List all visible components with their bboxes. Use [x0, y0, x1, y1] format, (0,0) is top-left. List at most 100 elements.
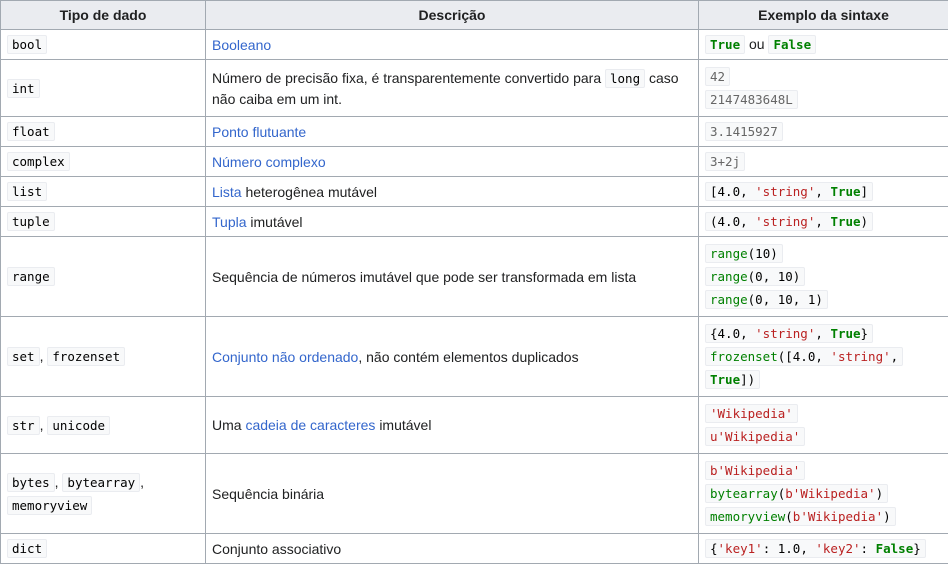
example-code: {4.0, 'string', True}: [705, 324, 873, 343]
description-cell: Booleano: [206, 30, 699, 60]
code-token: }: [861, 326, 869, 341]
string-literal: 'key2': [815, 541, 860, 556]
link-ponto-flutuante[interactable]: Ponto flutuante: [212, 124, 306, 140]
example-cell: {4.0, 'string', True} frozenset([4.0, 's…: [699, 317, 948, 397]
comma: ,: [40, 417, 44, 433]
type-code: complex: [7, 152, 70, 171]
description-text: , não contém elementos duplicados: [358, 349, 578, 365]
example-cell: {'key1': 1.0, 'key2': False}: [699, 534, 948, 564]
keyword-true: True: [710, 372, 740, 387]
string-literal: b'Wikipedia': [793, 509, 883, 524]
type-code: memoryview: [7, 496, 92, 515]
table-row: range Sequência de números imutável que …: [1, 237, 948, 317]
example-cell: 'Wikipedia' u'Wikipedia': [699, 397, 948, 454]
type-code: list: [7, 182, 47, 201]
type-code: bytearray: [62, 473, 140, 492]
code-token: ]: [861, 184, 869, 199]
type-cell: bool: [1, 30, 206, 60]
example-code: 3.1415927: [705, 122, 783, 141]
table-row: str, unicode Uma cadeia de caracteres im…: [1, 397, 948, 454]
type-code: str: [7, 416, 40, 435]
description-cell: Número complexo: [206, 147, 699, 177]
code-token: [4.0,: [710, 184, 755, 199]
or-text: ou: [749, 36, 765, 52]
keyword-true: True: [830, 184, 860, 199]
description-cell: Lista heterogênea mutável: [206, 177, 699, 207]
link-cadeia-de-caracteres[interactable]: cadeia de caracteres: [245, 417, 375, 433]
function-name: range: [710, 246, 748, 261]
example-code: {'key1': 1.0, 'key2': False}: [705, 539, 926, 558]
description-cell: Conjunto não ordenado, não contém elemen…: [206, 317, 699, 397]
description-cell: Sequência binária: [206, 454, 699, 534]
comma: ,: [140, 474, 144, 490]
example-code: 2147483648L: [705, 90, 798, 109]
description-cell: Tupla imutável: [206, 207, 699, 237]
code-token: }: [913, 541, 921, 556]
link-lista[interactable]: Lista: [212, 184, 242, 200]
example-code: True: [705, 35, 745, 54]
type-cell: bytes, bytearray, memoryview: [1, 454, 206, 534]
table-row: bool Booleano True ou False: [1, 30, 948, 60]
header-description: Descrição: [206, 1, 699, 30]
table-row: complex Número complexo 3+2j: [1, 147, 948, 177]
table-row: set, frozenset Conjunto não ordenado, nã…: [1, 317, 948, 397]
type-code: int: [7, 79, 40, 98]
description-text: heterogênea mutável: [245, 184, 377, 200]
description-text: imutável: [250, 214, 302, 230]
string-literal: 'string': [755, 326, 815, 341]
type-cell: set, frozenset: [1, 317, 206, 397]
example-cell: True ou False: [699, 30, 948, 60]
example-cell: (4.0, 'string', True): [699, 207, 948, 237]
type-code: unicode: [47, 416, 110, 435]
keyword-true: True: [830, 326, 860, 341]
link-conjunto-nao-ordenado[interactable]: Conjunto não ordenado: [212, 349, 358, 365]
type-code: range: [7, 267, 55, 286]
table-row: int Número de precisão fixa, é transpare…: [1, 60, 948, 117]
string-literal: u'Wikipedia': [710, 429, 800, 444]
keyword-true: True: [830, 214, 860, 229]
type-cell: dict: [1, 534, 206, 564]
link-tupla[interactable]: Tupla: [212, 214, 247, 230]
link-numero-complexo[interactable]: Número complexo: [212, 154, 326, 170]
type-cell: int: [1, 60, 206, 117]
function-name: frozenset: [710, 349, 778, 364]
code-token: : 1.0,: [763, 541, 816, 556]
example-cell: range(10) range(0, 10) range(0, 10, 1): [699, 237, 948, 317]
code-token: ,: [891, 349, 899, 364]
code-token: {: [710, 541, 718, 556]
example-cell: 3.1415927: [699, 117, 948, 147]
header-type: Tipo de dado: [1, 1, 206, 30]
table-row: tuple Tupla imutável (4.0, 'string', Tru…: [1, 207, 948, 237]
example-code: memoryview(b'Wikipedia'): [705, 507, 896, 526]
example-cell: [4.0, 'string', True]: [699, 177, 948, 207]
link-booleano[interactable]: Booleano: [212, 37, 271, 53]
type-code: bytes: [7, 473, 55, 492]
number-literal: 3.1415927: [710, 124, 778, 139]
table-row: bytes, bytearray, memoryview Sequência b…: [1, 454, 948, 534]
code-token: ]): [740, 372, 755, 387]
example-code: bytearray(b'Wikipedia'): [705, 484, 888, 503]
code-token: ,: [815, 326, 830, 341]
function-name: range: [710, 269, 748, 284]
description-text: imutável: [379, 417, 431, 433]
string-literal: 'string': [755, 184, 815, 199]
code-token: ): [861, 214, 869, 229]
code-token: ,: [815, 214, 830, 229]
comma: ,: [40, 348, 44, 364]
example-code: range(10): [705, 244, 783, 263]
example-code: (4.0, 'string', True): [705, 212, 873, 231]
type-cell: str, unicode: [1, 397, 206, 454]
type-code: tuple: [7, 212, 55, 231]
code-token: (10): [748, 246, 778, 261]
example-cell: 42 2147483648L: [699, 60, 948, 117]
example-code: b'Wikipedia': [705, 461, 805, 480]
example-code: True]): [705, 370, 760, 389]
type-code: frozenset: [47, 347, 125, 366]
function-name: range: [710, 292, 748, 307]
type-cell: range: [1, 237, 206, 317]
code-token: (4.0,: [710, 214, 755, 229]
code-token: :: [861, 541, 876, 556]
code-token: (0, 10): [748, 269, 801, 284]
keyword-true: True: [710, 37, 740, 52]
example-code: range(0, 10, 1): [705, 290, 828, 309]
